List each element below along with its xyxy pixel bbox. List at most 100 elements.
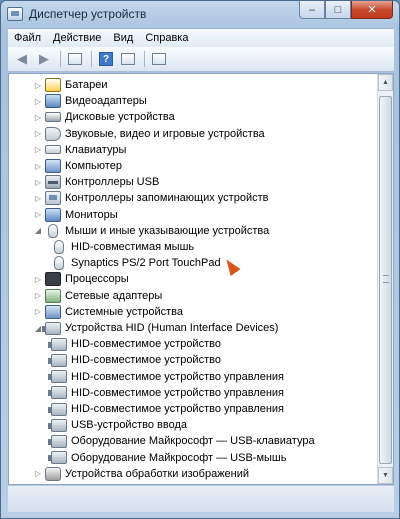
tree-category[interactable]: ▷ Контроллеры USB xyxy=(33,174,159,190)
tree-child-item[interactable]: HID-совместимое устройство управления xyxy=(48,369,285,385)
tree-category[interactable]: ▷ Батареи xyxy=(33,77,108,93)
menu-help[interactable]: Справка xyxy=(145,32,188,44)
tree-child-item[interactable]: Synaptics PS/2 Port TouchPad xyxy=(51,255,221,271)
tree-category[interactable]: ▷ Звуковые, видео и игровые устройства xyxy=(33,126,265,142)
minimize-button[interactable]: – xyxy=(299,1,325,19)
tree-child-item[interactable]: HID-совместимое устройство управления xyxy=(48,401,285,417)
tree-category[interactable]: ▷ Системные устройства xyxy=(33,304,183,320)
tree-category[interactable]: ▷ Сетевые адаптеры xyxy=(33,288,162,304)
tree-category[interactable]: ◢ Устройства HID (Human Interface Devices… xyxy=(33,320,278,336)
tree-item-label: Мыши и иные указывающие устройства xyxy=(65,224,270,237)
tree-category[interactable]: ◢ Мыши и иные указывающие устройства xyxy=(33,223,269,239)
tree-child-item[interactable]: USB-устройство ввода xyxy=(48,417,187,433)
mouse-icon xyxy=(54,256,64,271)
toolbar-separator xyxy=(60,51,61,67)
menu-file[interactable]: Файл xyxy=(14,32,41,44)
expand-icon[interactable]: ▷ xyxy=(33,307,43,316)
expand-icon[interactable]: ▷ xyxy=(33,469,43,478)
computer-icon xyxy=(45,159,61,173)
hid-icon xyxy=(48,386,67,400)
tree-category[interactable]: ▷ Дисковые устройства xyxy=(33,109,175,125)
toolbar-separator xyxy=(144,51,145,67)
tree-item-label: HID-совместимое устройство xyxy=(71,338,221,351)
scroll-thumb[interactable] xyxy=(379,96,392,464)
expand-icon[interactable]: ▷ xyxy=(33,81,43,90)
collapse-icon[interactable]: ◢ xyxy=(33,226,43,235)
device-tree-panel[interactable]: ▷ Батареи ▷ Видеоадаптеры ▷ Дисковые устройст… xyxy=(8,73,394,485)
tree-category[interactable]: ▷ Процессоры xyxy=(33,271,129,287)
menu-action[interactable]: Действие xyxy=(53,32,101,44)
tree-item-label: Компьютер xyxy=(65,160,122,172)
tree-child-item[interactable]: HID-совместимое устройство управления xyxy=(48,385,284,401)
properties-button[interactable] xyxy=(65,50,85,68)
tree-item-label: Дисковые устройства xyxy=(65,111,175,124)
tree-child-item[interactable]: Оборудование Майкрософт — USB-мышь xyxy=(48,450,287,466)
cpu-icon xyxy=(45,272,61,287)
expand-icon[interactable]: ▷ xyxy=(33,178,43,187)
battery-icon xyxy=(45,78,61,92)
tree-item-label: USB-устройство ввода xyxy=(71,419,187,432)
toolbar-separator xyxy=(91,51,92,67)
tree-category[interactable]: ▷ Видеоадаптеры xyxy=(33,93,147,109)
view-button[interactable] xyxy=(118,50,138,68)
back-button[interactable]: ◀ xyxy=(12,50,32,68)
title-bar[interactable]: Диспетчер устройств – □ ✕ xyxy=(1,1,399,27)
scroll-down-button[interactable]: ▼ xyxy=(378,467,393,484)
tree-child-item[interactable]: HID-совместимое устройство xyxy=(48,352,221,368)
tree-category[interactable]: ▷ Клавиатуры xyxy=(33,142,126,158)
close-button[interactable]: ✕ xyxy=(351,1,393,19)
tree-item-label: HID-совместимое устройство xyxy=(71,354,221,367)
tree-item-label: HID-совместимое устройство управления xyxy=(71,403,285,415)
forward-button[interactable]: ▶ xyxy=(34,50,54,68)
help-button[interactable]: ? xyxy=(96,50,116,68)
help-icon: ? xyxy=(99,52,113,66)
maximize-button[interactable]: □ xyxy=(325,1,351,19)
monitor-icon xyxy=(45,94,61,109)
toolbar: ◀ ▶ ? xyxy=(8,47,394,72)
expand-icon[interactable]: ▷ xyxy=(33,129,43,138)
tree-item-label: Клавиатуры xyxy=(65,143,127,156)
scroll-up-button[interactable]: ▲ xyxy=(378,74,393,91)
tree-category[interactable]: ▷ Компьютер xyxy=(33,158,122,174)
window-controls: – □ ✕ xyxy=(299,1,393,19)
monitor-icon xyxy=(45,207,61,222)
tree-item-label: Устройства обработки изображений xyxy=(65,467,250,480)
tree-category[interactable]: ▷ Мониторы xyxy=(33,207,118,223)
arrow-left-icon: ◀ xyxy=(17,51,27,66)
arrow-right-icon: ▶ xyxy=(39,51,49,66)
menu-bar: Файл Действие Вид Справка xyxy=(8,28,394,47)
hid-icon xyxy=(48,402,67,416)
tree-item-label: Звуковые, видео и игровые устройства xyxy=(65,127,265,140)
vertical-scrollbar[interactable]: ▲ ▼ xyxy=(377,74,393,484)
menu-view[interactable]: Вид xyxy=(113,32,133,44)
tree-item-label: Системные устройства xyxy=(65,305,184,318)
expand-icon[interactable]: ▷ xyxy=(33,97,43,106)
tree-item-label: Контроллеры USB xyxy=(65,176,160,189)
mouse-icon xyxy=(48,223,58,238)
window-title: Диспетчер устройств xyxy=(29,7,147,21)
expand-icon[interactable]: ▷ xyxy=(33,210,43,219)
expand-icon[interactable]: ▷ xyxy=(33,291,43,300)
tree-category[interactable]: ▷ Устройства обработки изображений xyxy=(33,466,249,482)
sound-icon xyxy=(45,126,61,141)
properties-icon xyxy=(68,53,82,65)
tree-item-label: Мониторы xyxy=(65,208,118,221)
tree-child-item[interactable]: Оборудование Майкрософт — USB-клавиатура xyxy=(48,433,315,449)
expand-icon[interactable]: ▷ xyxy=(33,145,43,154)
tree-child-item[interactable]: HID-совместимое устройство xyxy=(48,336,221,352)
view-icon xyxy=(121,53,135,65)
disk-icon xyxy=(45,112,61,123)
expand-icon[interactable]: ▷ xyxy=(33,194,43,203)
tree-item-label: HID-совместимое устройство управления xyxy=(71,370,285,383)
expand-icon[interactable]: ▷ xyxy=(33,162,43,171)
tree-item-label: Оборудование Майкрософт — USB-мышь xyxy=(71,451,287,464)
tree-child-item[interactable]: HID-совместимая мышь xyxy=(51,239,194,255)
tree-item-label: Видеоадаптеры xyxy=(65,95,147,108)
tree-item-label: Контроллеры запоминающих устройств xyxy=(65,192,269,205)
scan-hardware-button[interactable] xyxy=(149,50,169,68)
expand-icon[interactable]: ▷ xyxy=(33,113,43,122)
expand-icon[interactable]: ▷ xyxy=(33,275,43,284)
device-manager-icon xyxy=(7,7,23,21)
net-icon xyxy=(45,288,61,303)
tree-category[interactable]: ▷ Контроллеры запоминающих устройств xyxy=(33,190,268,206)
